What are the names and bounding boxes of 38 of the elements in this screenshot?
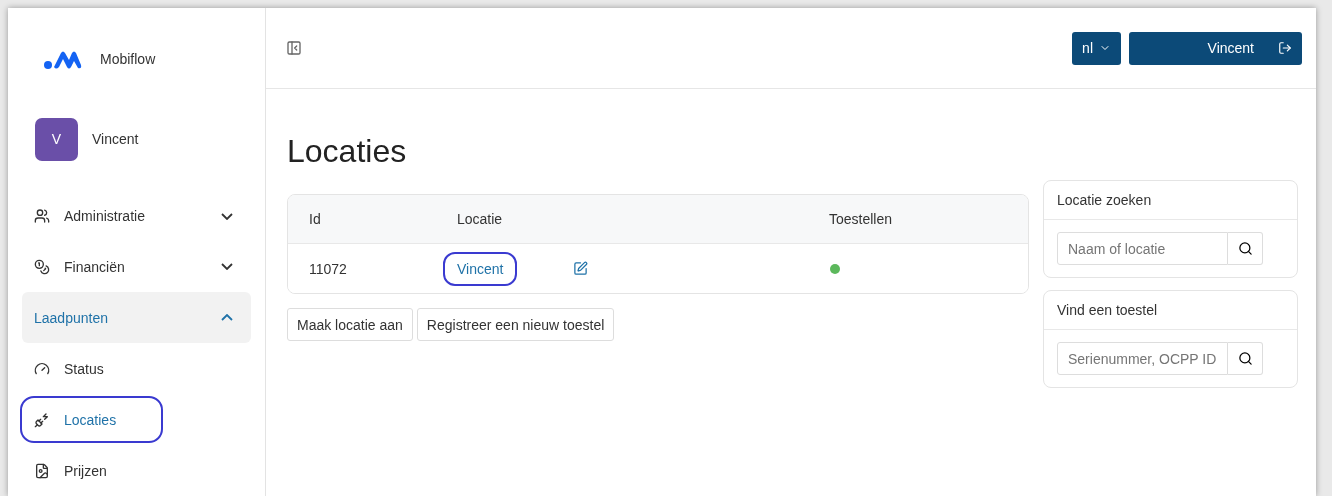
location-link[interactable]: Vincent (445, 260, 516, 277)
chevron-up-icon (221, 314, 233, 322)
brand-name: Mobiflow (100, 50, 156, 67)
sidebar-item[interactable]: Locaties (22, 394, 251, 446)
sidebar-item[interactable]: Prijzen (22, 445, 251, 496)
id-cell-text: 11072 (309, 260, 348, 277)
search-icon (1237, 241, 1253, 256)
column-header: Toestellen (829, 211, 894, 227)
page-title: Locaties (287, 133, 408, 170)
action-button[interactable]: Registreer een nieuw toestel (416, 308, 615, 341)
user-avatar: V (35, 117, 78, 161)
collapse-sidebar-icon[interactable] (286, 40, 302, 56)
search-field[interactable]: Naam of locatie (1057, 232, 1228, 265)
language-button[interactable]: nl (1072, 31, 1121, 65)
action-button[interactable]: Maak locatie aan (287, 308, 413, 341)
column-header: Id (309, 211, 322, 227)
search-button[interactable] (1228, 342, 1263, 375)
users-icon (34, 208, 50, 224)
sidebar-item[interactable]: Administratie (22, 190, 251, 242)
edit-icon[interactable] (573, 261, 589, 276)
search-icon (1237, 351, 1253, 366)
user-name: Vincent (92, 131, 139, 148)
panel-title: Vind een toestel (1044, 291, 1297, 330)
sidebar-item[interactable]: Status (22, 343, 251, 395)
logout-icon (1278, 41, 1292, 55)
search-button[interactable] (1228, 232, 1263, 265)
coins-icon (34, 258, 50, 275)
sidebar-item[interactable]: Laadpunten (22, 292, 251, 344)
chevron-down-icon (221, 263, 233, 271)
user-button[interactable]: Vincent (1129, 31, 1302, 65)
gauge-icon (34, 360, 50, 377)
search-field[interactable]: Serienummer, OCPP ID (1057, 342, 1228, 375)
panel-title: Locatie zoeken (1044, 181, 1297, 220)
plug-icon (34, 411, 50, 428)
column-header: Locatie (457, 211, 504, 227)
sidebar-item[interactable]: Financiën (22, 241, 251, 293)
file-icon (34, 462, 50, 479)
chevron-down-icon (221, 212, 233, 220)
